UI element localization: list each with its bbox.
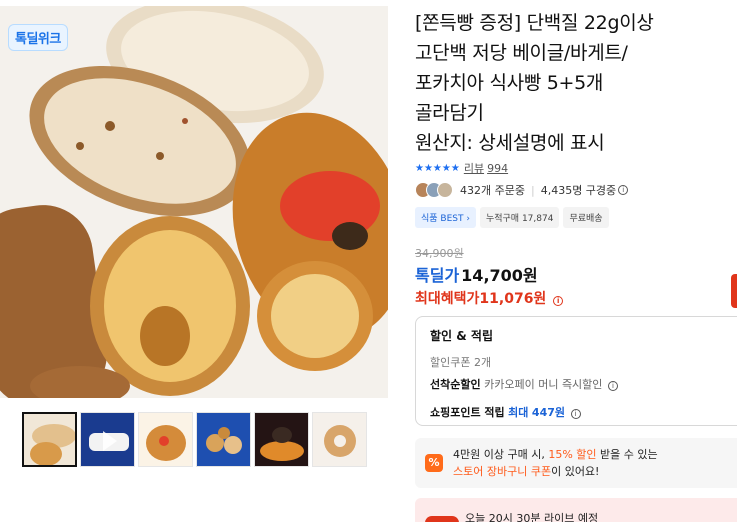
rating-row: ★★★★★ 리뷰 994: [415, 160, 508, 176]
thumbnail-6[interactable]: [312, 412, 367, 467]
thumbnail-5[interactable]: [254, 412, 309, 467]
live-badge: [425, 516, 459, 522]
thumbnail-4[interactable]: [196, 412, 251, 467]
info-circle-icon[interactable]: i: [607, 381, 618, 391]
thumbnail-image: [24, 414, 75, 465]
thumbnail-image: [313, 413, 366, 466]
info-circle-icon[interactable]: i: [553, 296, 564, 306]
buyer-avatars: [415, 182, 453, 198]
side-float-tab[interactable]: [731, 274, 737, 308]
store-coupon-banner[interactable]: % 4만원 이상 구매 시, 15% 할인 받을 수 있는 스토어 장바구니 쿠…: [415, 438, 737, 488]
max-benefit-row[interactable]: 최대혜택가11,076원 i: [415, 288, 564, 308]
cumulative-purchase-tag: 누적구매 17,874: [479, 207, 560, 228]
coupon-count[interactable]: 할인쿠폰 2개: [430, 354, 730, 370]
points-prefix: 최대: [508, 406, 529, 419]
live-text: 오늘 20시 30분 라이브 예정: [465, 512, 599, 522]
thumbnail-image: [197, 413, 250, 466]
deal-label: 톡딜가: [415, 266, 460, 285]
discount-box: 할인 & 적립 할인쿠폰 2개 선착순할인 카카오페이 머니 즉시할인 i 쇼핑…: [415, 316, 737, 426]
points-row: 쇼핑포인트 적립 최대 447원 i: [430, 404, 730, 420]
tag-row: 식품 BEST › 누적구매 17,874 무료배송: [415, 207, 609, 228]
star-icon: ★★★★★: [415, 162, 460, 174]
points-value: 447원: [531, 406, 566, 419]
deal-price-row: 톡딜가 14,700원: [415, 262, 538, 286]
review-count[interactable]: 994: [487, 162, 508, 175]
percent-icon: %: [425, 454, 443, 472]
thumbnail-2[interactable]: [80, 412, 135, 467]
promo-line-2: 스토어 장바구니 쿠폰이 있어요!: [453, 463, 658, 480]
title-line: 골라담기: [415, 102, 484, 124]
info-circle-icon[interactable]: i: [570, 409, 581, 419]
deal-price: 14,700원: [461, 266, 538, 285]
promo-highlight: 스토어 장바구니 쿠폰: [453, 465, 552, 478]
buyers-row: 432개 주문중 | 4,435명 구경중 i: [415, 182, 629, 198]
promo-text: 받을 수 있는: [600, 448, 658, 461]
review-link[interactable]: 리뷰: [464, 160, 484, 176]
points-label: 쇼핑포인트 적립: [430, 406, 505, 419]
discount-title: 할인 & 적립: [430, 329, 493, 343]
thumbnail-image: [255, 413, 308, 466]
title-line: [쫀득빵 증정] 단백질 22g이상: [415, 12, 654, 34]
product-title: [쫀득빵 증정] 단백질 22g이상 고단백 저당 베이글/바게트/ 포카치아 …: [415, 8, 735, 158]
promo-text: 이 있어요!: [551, 465, 600, 478]
thumbnail-3[interactable]: [138, 412, 193, 467]
thumbnail-strip: [22, 412, 367, 467]
max-benefit-price: 11,076원: [479, 291, 547, 307]
info-circle-icon[interactable]: i: [618, 185, 629, 195]
live-banner[interactable]: 오늘 20시 30분 라이브 예정: [415, 498, 737, 522]
original-price: 34,900원: [415, 247, 464, 260]
product-main-image: 톡딜위크: [0, 6, 388, 398]
tag-label: 식품 BEST: [421, 214, 464, 224]
food-best-tag[interactable]: 식품 BEST ›: [415, 207, 476, 228]
avatar: [437, 182, 453, 198]
promo-highlight: 15% 할인: [548, 448, 597, 461]
promo-text: 4만원 이상 구매 시,: [453, 448, 545, 461]
first-come-row: 선착순할인 카카오페이 머니 즉시할인 i: [430, 376, 730, 392]
watching-count: 4,435명 구경중: [540, 184, 617, 197]
first-come-label: 선착순할인: [430, 378, 481, 391]
divider: |: [530, 183, 535, 197]
ordering-count: 432개 주문중: [460, 184, 525, 197]
thumbnail-image: [81, 413, 134, 466]
first-come-value: 카카오페이 머니 즉시할인: [484, 378, 603, 391]
thumbnail-1[interactable]: [22, 412, 77, 467]
store-promo-text: 4만원 이상 구매 시, 15% 할인 받을 수 있는 스토어 장바구니 쿠폰이…: [453, 446, 658, 480]
bread-photo: [0, 6, 388, 398]
promo-line-1: 4만원 이상 구매 시, 15% 할인 받을 수 있는: [453, 446, 658, 463]
max-benefit-label: 최대혜택가: [415, 291, 480, 307]
thumbnail-image: [139, 413, 192, 466]
free-shipping-tag: 무료배송: [563, 207, 609, 228]
title-line: 포카치아 식사빵 5+5개: [415, 72, 604, 94]
tokdeal-week-badge: 톡딜위크: [8, 24, 68, 51]
title-line: 고단백 저당 베이글/바게트/: [415, 42, 628, 64]
origin-line: 원산지: 상세설명에 표시: [415, 132, 605, 154]
